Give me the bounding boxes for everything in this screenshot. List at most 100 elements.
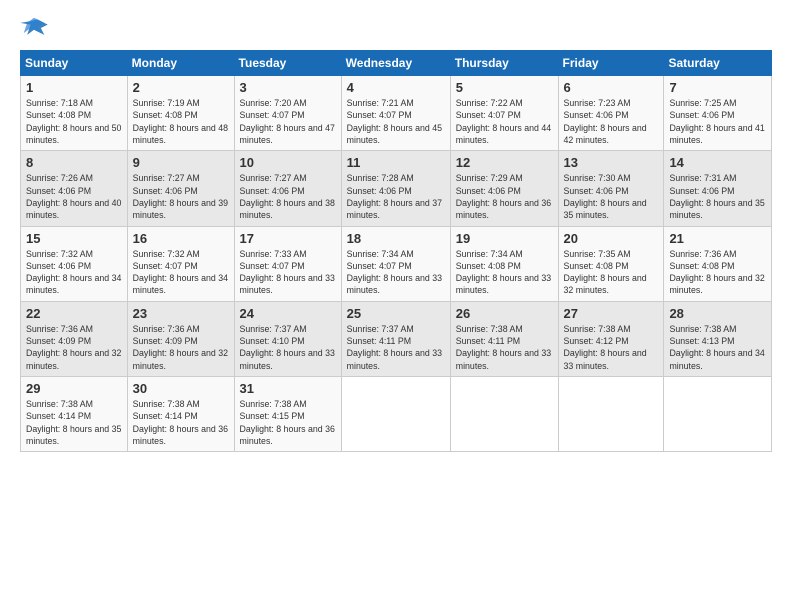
day-number: 6 (564, 80, 659, 95)
day-info: Sunrise: 7:38 AMSunset: 4:14 PMDaylight:… (133, 398, 229, 447)
header-row: SundayMondayTuesdayWednesdayThursdayFrid… (21, 51, 772, 76)
day-info: Sunrise: 7:32 AMSunset: 4:06 PMDaylight:… (26, 248, 122, 297)
day-number: 22 (26, 306, 122, 321)
day-number: 9 (133, 155, 229, 170)
calendar-table: SundayMondayTuesdayWednesdayThursdayFrid… (20, 50, 772, 452)
day-cell-18: 18 Sunrise: 7:34 AMSunset: 4:07 PMDayligh… (341, 226, 450, 301)
day-number: 12 (456, 155, 553, 170)
day-number: 3 (240, 80, 336, 95)
day-info: Sunrise: 7:36 AMSunset: 4:09 PMDaylight:… (133, 323, 229, 372)
day-number: 5 (456, 80, 553, 95)
day-number: 26 (456, 306, 553, 321)
day-cell-15: 15Sunrise: 7:32 AMSunset: 4:06 PMDayligh… (21, 226, 128, 301)
day-info: Sunrise: 7:30 AMSunset: 4:06 PMDaylight:… (564, 172, 659, 221)
week-row-2: 8Sunrise: 7:26 AMSunset: 4:06 PMDaylight… (21, 151, 772, 226)
header-sunday: Sunday (21, 51, 128, 76)
day-info: Sunrise: 7:38 AMSunset: 4:14 PMDaylight:… (26, 398, 122, 447)
day-cell-4: 4 Sunrise: 7:21 AMSunset: 4:07 PMDaylight… (341, 76, 450, 151)
day-number: 18 (347, 231, 445, 246)
day-number: 7 (669, 80, 766, 95)
day-cell-2: 2 Sunrise: 7:19 AMSunset: 4:08 PMDaylight… (127, 76, 234, 151)
day-cell-5: 5 Sunrise: 7:22 AMSunset: 4:07 PMDaylight… (450, 76, 558, 151)
day-cell-27: 27Sunrise: 7:38 AMSunset: 4:12 PMDayligh… (558, 301, 664, 376)
day-info: Sunrise: 7:32 AMSunset: 4:07 PMDaylight:… (133, 248, 229, 297)
day-number: 2 (133, 80, 229, 95)
day-cell-6: 6 Sunrise: 7:23 AMSunset: 4:06 PMDaylight… (558, 76, 664, 151)
day-number: 23 (133, 306, 229, 321)
day-number: 29 (26, 381, 122, 396)
day-info: Sunrise: 7:21 AMSunset: 4:07 PMDaylight:… (347, 97, 445, 146)
week-row-3: 15Sunrise: 7:32 AMSunset: 4:06 PMDayligh… (21, 226, 772, 301)
day-info: Sunrise: 7:25 AMSunset: 4:06 PMDaylight:… (669, 97, 766, 146)
day-cell-16: 16 Sunrise: 7:32 AMSunset: 4:07 PMDayligh… (127, 226, 234, 301)
day-cell-19: 19 Sunrise: 7:34 AMSunset: 4:08 PMDayligh… (450, 226, 558, 301)
logo-icon (20, 16, 51, 40)
day-info: Sunrise: 7:31 AMSunset: 4:06 PMDaylight:… (669, 172, 766, 221)
day-cell-8: 8Sunrise: 7:26 AMSunset: 4:06 PMDaylight… (21, 151, 128, 226)
header-thursday: Thursday (450, 51, 558, 76)
day-info: Sunrise: 7:27 AMSunset: 4:06 PMDaylight:… (133, 172, 229, 221)
day-info: Sunrise: 7:20 AMSunset: 4:07 PMDaylight:… (240, 97, 336, 146)
page: SundayMondayTuesdayWednesdayThursdayFrid… (0, 0, 792, 612)
header (20, 16, 772, 40)
day-cell-1: 1 Sunrise: 7:18 AMSunset: 4:08 PMDaylight… (21, 76, 128, 151)
header-tuesday: Tuesday (234, 51, 341, 76)
day-cell-21: 21Sunrise: 7:36 AMSunset: 4:08 PMDayligh… (664, 226, 772, 301)
day-cell-31: 31 Sunrise: 7:38 AMSunset: 4:15 PMDayligh… (234, 377, 341, 452)
day-info: Sunrise: 7:22 AMSunset: 4:07 PMDaylight:… (456, 97, 553, 146)
day-cell-28: 28 Sunrise: 7:38 AMSunset: 4:13 PMDayligh… (664, 301, 772, 376)
day-info: Sunrise: 7:35 AMSunset: 4:08 PMDaylight:… (564, 248, 659, 297)
week-row-4: 22 Sunrise: 7:36 AMSunset: 4:09 PMDayligh… (21, 301, 772, 376)
day-info: Sunrise: 7:38 AMSunset: 4:15 PMDaylight:… (240, 398, 336, 447)
empty-cell (341, 377, 450, 452)
empty-cell (664, 377, 772, 452)
day-number: 20 (564, 231, 659, 246)
day-cell-9: 9 Sunrise: 7:27 AMSunset: 4:06 PMDaylight… (127, 151, 234, 226)
day-info: Sunrise: 7:27 AMSunset: 4:06 PMDaylight:… (240, 172, 336, 221)
day-number: 11 (347, 155, 445, 170)
day-info: Sunrise: 7:36 AMSunset: 4:09 PMDaylight:… (26, 323, 122, 372)
day-cell-24: 24 Sunrise: 7:37 AMSunset: 4:10 PMDayligh… (234, 301, 341, 376)
day-cell-30: 30 Sunrise: 7:38 AMSunset: 4:14 PMDayligh… (127, 377, 234, 452)
day-info: Sunrise: 7:33 AMSunset: 4:07 PMDaylight:… (240, 248, 336, 297)
day-cell-14: 14 Sunrise: 7:31 AMSunset: 4:06 PMDayligh… (664, 151, 772, 226)
day-info: Sunrise: 7:23 AMSunset: 4:06 PMDaylight:… (564, 97, 659, 146)
empty-cell (558, 377, 664, 452)
day-cell-11: 11 Sunrise: 7:28 AMSunset: 4:06 PMDayligh… (341, 151, 450, 226)
day-info: Sunrise: 7:37 AMSunset: 4:10 PMDaylight:… (240, 323, 336, 372)
day-cell-25: 25 Sunrise: 7:37 AMSunset: 4:11 PMDayligh… (341, 301, 450, 376)
week-row-5: 29 Sunrise: 7:38 AMSunset: 4:14 PMDayligh… (21, 377, 772, 452)
logo (20, 16, 51, 40)
header-friday: Friday (558, 51, 664, 76)
day-cell-20: 20 Sunrise: 7:35 AMSunset: 4:08 PMDayligh… (558, 226, 664, 301)
day-info: Sunrise: 7:37 AMSunset: 4:11 PMDaylight:… (347, 323, 445, 372)
day-info: Sunrise: 7:34 AMSunset: 4:07 PMDaylight:… (347, 248, 445, 297)
day-info: Sunrise: 7:36 AMSunset: 4:08 PMDaylight:… (669, 248, 766, 297)
day-number: 16 (133, 231, 229, 246)
day-number: 1 (26, 80, 122, 95)
day-number: 25 (347, 306, 445, 321)
day-number: 31 (240, 381, 336, 396)
logo-bird-icon (20, 16, 48, 40)
day-info: Sunrise: 7:29 AMSunset: 4:06 PMDaylight:… (456, 172, 553, 221)
day-info: Sunrise: 7:18 AMSunset: 4:08 PMDaylight:… (26, 97, 122, 146)
day-info: Sunrise: 7:28 AMSunset: 4:06 PMDaylight:… (347, 172, 445, 221)
day-cell-29: 29 Sunrise: 7:38 AMSunset: 4:14 PMDayligh… (21, 377, 128, 452)
day-number: 19 (456, 231, 553, 246)
day-cell-26: 26Sunrise: 7:38 AMSunset: 4:11 PMDayligh… (450, 301, 558, 376)
day-number: 24 (240, 306, 336, 321)
day-info: Sunrise: 7:34 AMSunset: 4:08 PMDaylight:… (456, 248, 553, 297)
calendar-header: SundayMondayTuesdayWednesdayThursdayFrid… (21, 51, 772, 76)
day-number: 8 (26, 155, 122, 170)
day-number: 4 (347, 80, 445, 95)
day-info: Sunrise: 7:38 AMSunset: 4:12 PMDaylight:… (564, 323, 659, 372)
day-info: Sunrise: 7:19 AMSunset: 4:08 PMDaylight:… (133, 97, 229, 146)
week-row-1: 1 Sunrise: 7:18 AMSunset: 4:08 PMDaylight… (21, 76, 772, 151)
header-wednesday: Wednesday (341, 51, 450, 76)
day-number: 14 (669, 155, 766, 170)
day-number: 13 (564, 155, 659, 170)
day-number: 30 (133, 381, 229, 396)
day-cell-22: 22 Sunrise: 7:36 AMSunset: 4:09 PMDayligh… (21, 301, 128, 376)
day-info: Sunrise: 7:38 AMSunset: 4:13 PMDaylight:… (669, 323, 766, 372)
day-number: 28 (669, 306, 766, 321)
